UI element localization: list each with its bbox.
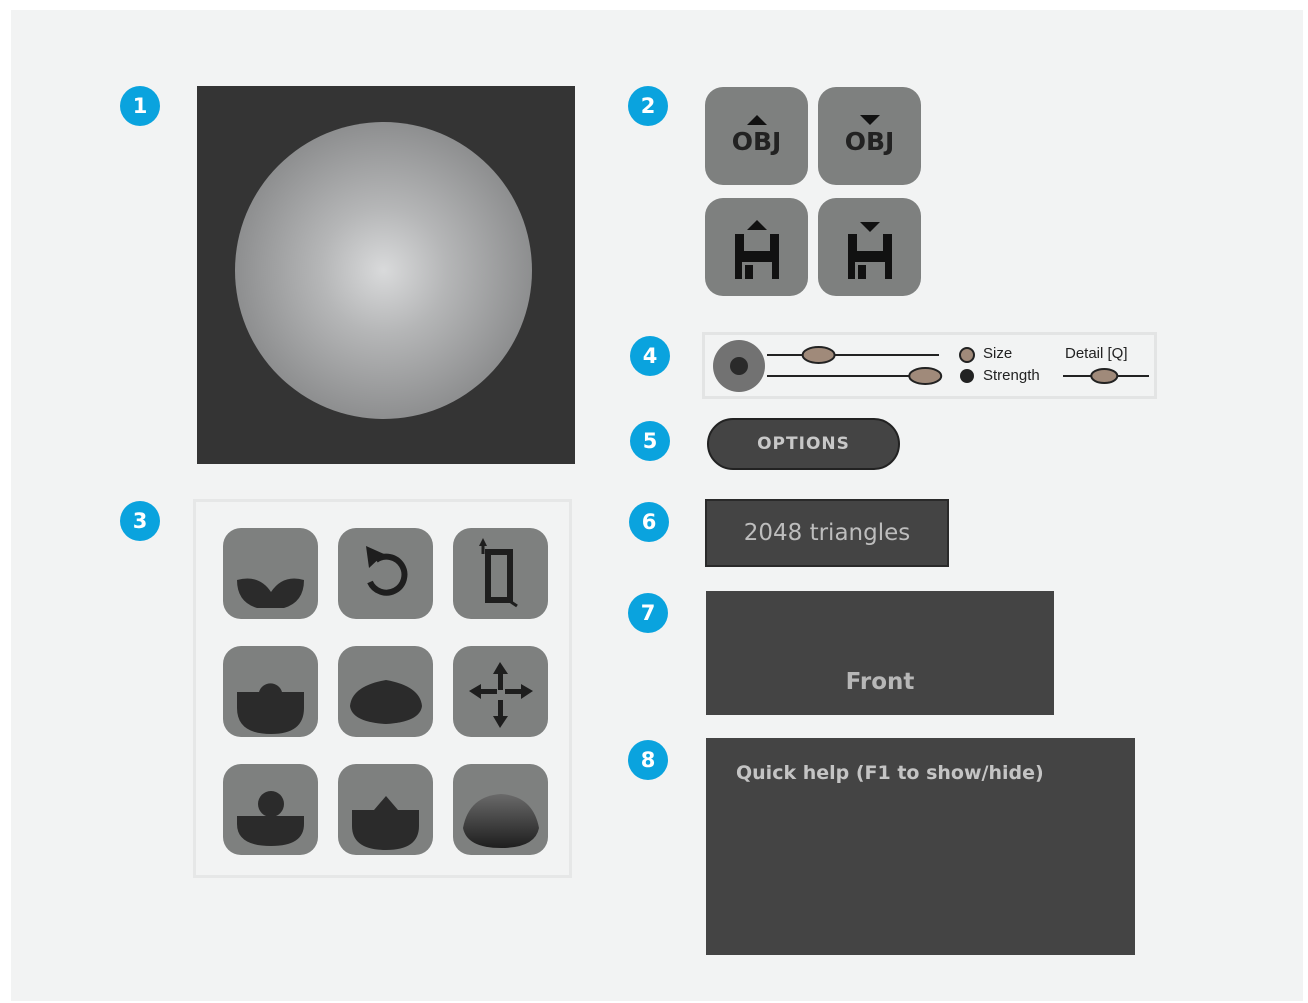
tool-peak-button[interactable] [338, 764, 433, 855]
quick-help-title: Quick help (F1 to show/hide) [736, 762, 1044, 784]
badge-1: 1 [120, 86, 160, 126]
brush-pinch-icon [237, 578, 304, 608]
badge-3: 3 [120, 501, 160, 541]
brush-smooth-icon [463, 794, 539, 848]
brush-blob-icon [237, 683, 304, 734]
import-obj-label: OBJ [731, 127, 782, 156]
sphere-mesh[interactable] [235, 122, 532, 419]
tool-dome-button[interactable] [338, 646, 433, 737]
options-button[interactable]: OPTIONS [707, 418, 900, 470]
brush-dome-icon [350, 680, 422, 724]
tool-head-button[interactable] [223, 764, 318, 855]
tools-panel [193, 499, 572, 878]
export-obj-button[interactable]: OBJ [818, 87, 921, 185]
size-dot-icon [959, 347, 975, 363]
tool-smooth-button[interactable] [453, 764, 548, 855]
brush-peak-icon [352, 796, 419, 850]
strength-label: Strength [983, 367, 1040, 384]
import-obj-button[interactable]: OBJ [705, 87, 808, 185]
quick-help-panel: Quick help (F1 to show/hide) [706, 738, 1135, 955]
crop-frame-icon [479, 538, 518, 608]
badge-7: 7 [628, 593, 668, 633]
load-scene-button[interactable] [705, 198, 808, 296]
tool-crop-button[interactable] [453, 528, 548, 619]
floppy-load-icon [735, 220, 779, 279]
triangle-count: 2048 triangles [705, 499, 949, 567]
move-arrows-icon [469, 662, 533, 728]
detail-label: Detail [Q] [1065, 345, 1128, 362]
detail-slider-knob[interactable] [1090, 368, 1119, 384]
undo-rotate-icon [366, 546, 408, 596]
export-obj-label: OBJ [844, 127, 895, 156]
view-label: Front [845, 669, 915, 695]
size-label: Size [983, 345, 1013, 362]
save-scene-button[interactable] [818, 198, 921, 296]
badge-4: 4 [630, 336, 670, 376]
tool-undo-button[interactable] [338, 528, 433, 619]
tool-move-button[interactable] [453, 646, 548, 737]
badge-8: 8 [628, 740, 668, 780]
size-slider-knob[interactable] [801, 346, 836, 364]
3d-viewport[interactable] [197, 86, 575, 464]
badge-6: 6 [629, 502, 669, 542]
brush-settings-panel: Size Strength Detail [Q] [702, 332, 1157, 399]
view-panel: Front [706, 591, 1054, 715]
tool-blob-button[interactable] [223, 646, 318, 737]
floppy-save-icon [848, 222, 892, 279]
strength-slider-knob[interactable] [908, 367, 943, 385]
brush-head-icon [237, 791, 304, 846]
strength-dot-icon [960, 369, 974, 383]
badge-5: 5 [630, 421, 670, 461]
badge-2: 2 [628, 86, 668, 126]
tool-pinch-button[interactable] [223, 528, 318, 619]
